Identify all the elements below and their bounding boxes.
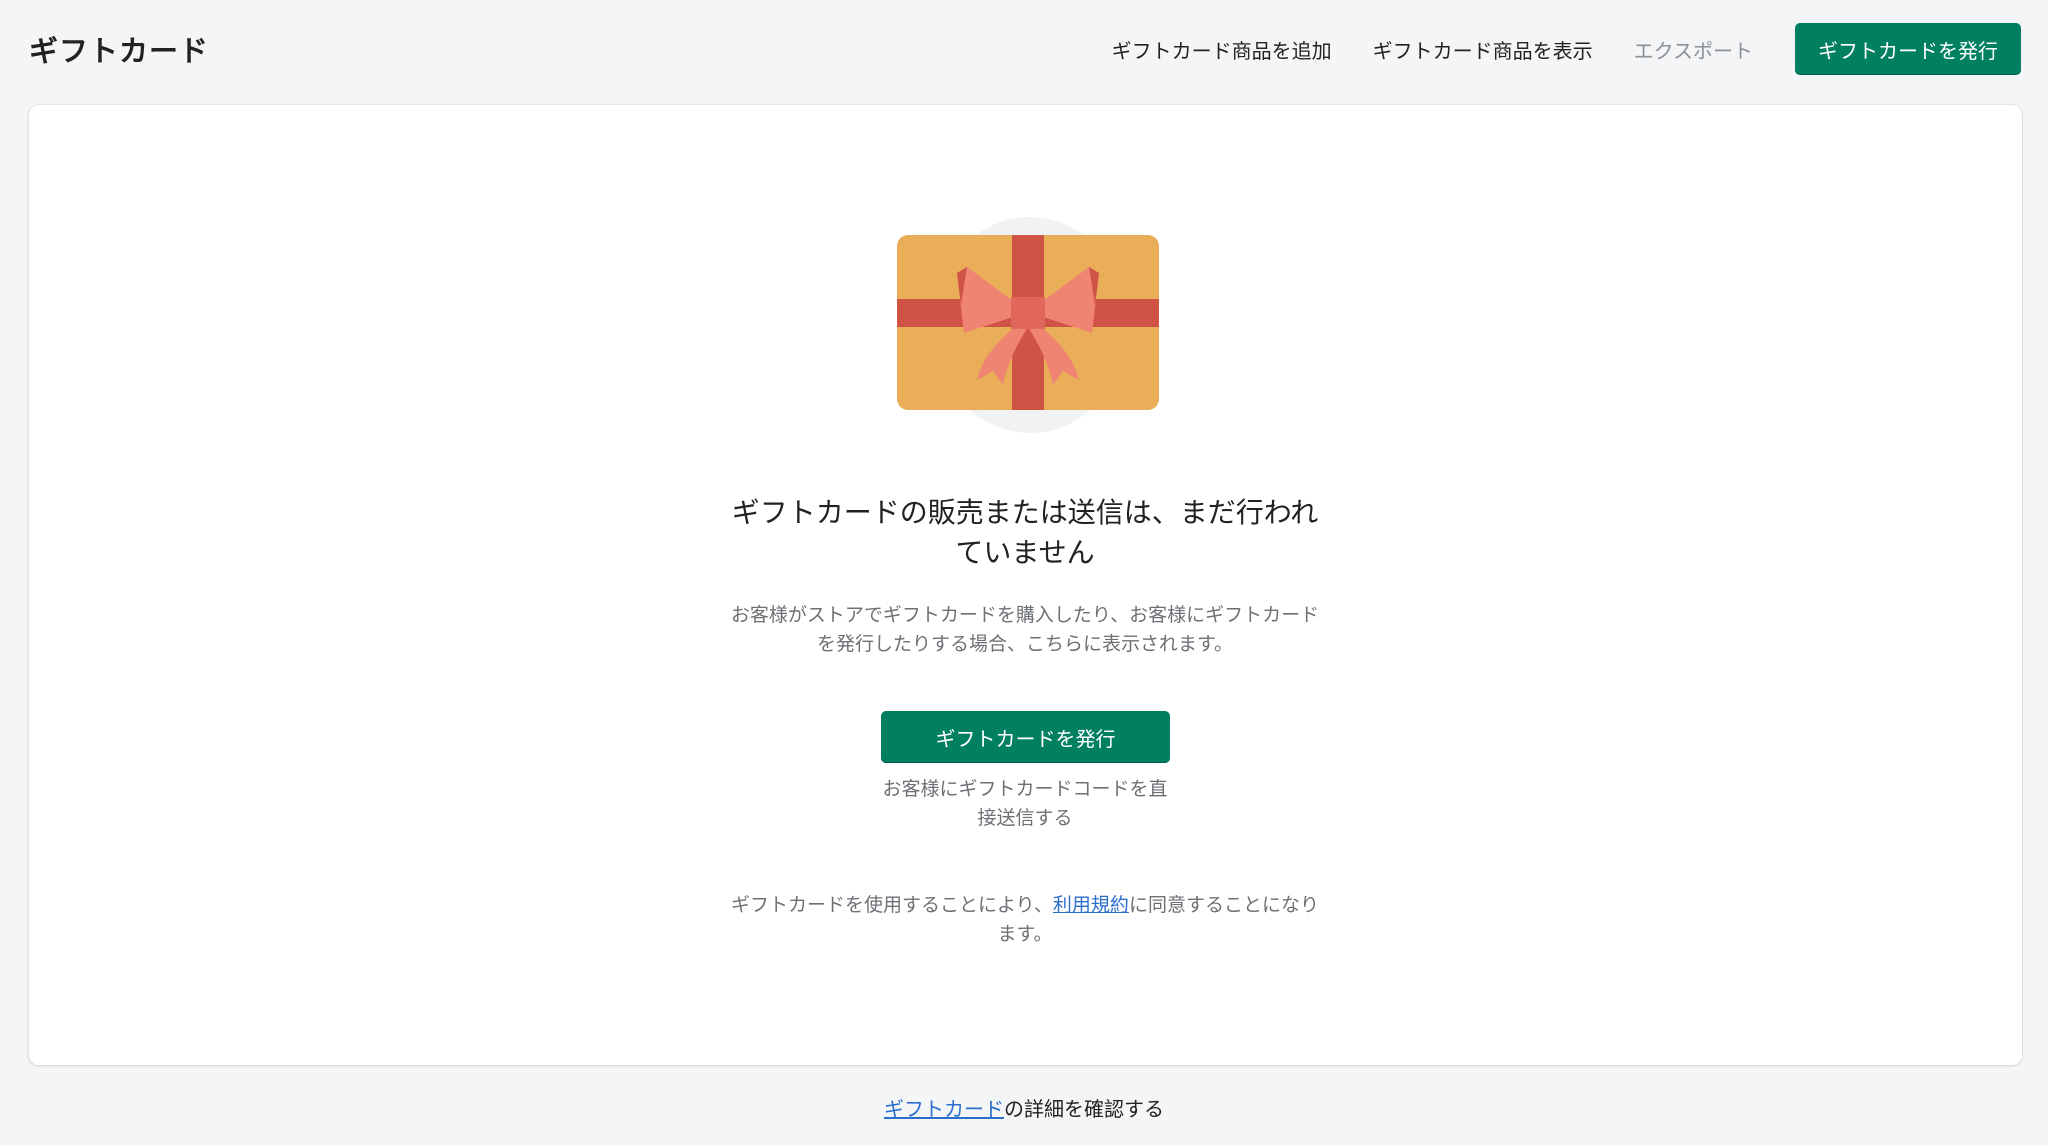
add-gift-card-product-link[interactable]: ギフトカード商品を追加 bbox=[1112, 35, 1332, 64]
empty-state-card: ギフトカードの販売または送信は、まだ行われていません お客様がストアでギフトカー… bbox=[29, 105, 2022, 1065]
export-button: エクスポート bbox=[1633, 38, 1753, 63]
page-header: ギフトカード ギフトカード商品を追加 ギフトカード商品を表示 エクスポート ギフ… bbox=[0, 0, 2048, 100]
footer-help-text: の詳細を確認する bbox=[1004, 1097, 1164, 1121]
issue-gift-card-button[interactable]: ギフトカードを発行 bbox=[1795, 23, 2021, 75]
terms-of-service-link[interactable]: 利用規約 bbox=[1053, 894, 1129, 916]
empty-state-title: ギフトカードの販売または送信は、まだ行われていません bbox=[731, 496, 1319, 569]
gift-card-icon bbox=[897, 217, 1159, 433]
terms-text-before: ギフトカードを使用することにより、 bbox=[731, 894, 1053, 916]
issue-button-help-text: お客様にギフトカードコードを直接送信する bbox=[882, 778, 1168, 829]
gift-card-learn-more-link[interactable]: ギフトカード bbox=[884, 1097, 1004, 1121]
terms-notice: ギフトカードを使用することにより、利用規約に同意することになります。 bbox=[725, 891, 1325, 949]
view-gift-card-products-link[interactable]: ギフトカード商品を表示 bbox=[1373, 35, 1593, 64]
issue-gift-card-primary-button[interactable]: ギフトカードを発行 bbox=[881, 711, 1170, 763]
header-actions: ギフトカード商品を追加 ギフトカード商品を表示 エクスポート ギフトカードを発行 bbox=[1112, 23, 2021, 75]
footer-help: ギフトカードの詳細を確認する bbox=[0, 1093, 2048, 1122]
page-title: ギフトカード bbox=[29, 34, 210, 68]
empty-state-description: お客様がストアでギフトカードを購入したり、お客様にギフトカードを発行したりする場… bbox=[730, 604, 1320, 655]
